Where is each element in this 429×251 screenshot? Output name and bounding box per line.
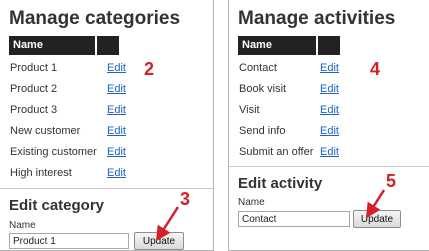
callout-arrows: [155, 189, 386, 242]
step-5-arrow: [365, 189, 386, 219]
step-3-arrow: [155, 206, 180, 242]
